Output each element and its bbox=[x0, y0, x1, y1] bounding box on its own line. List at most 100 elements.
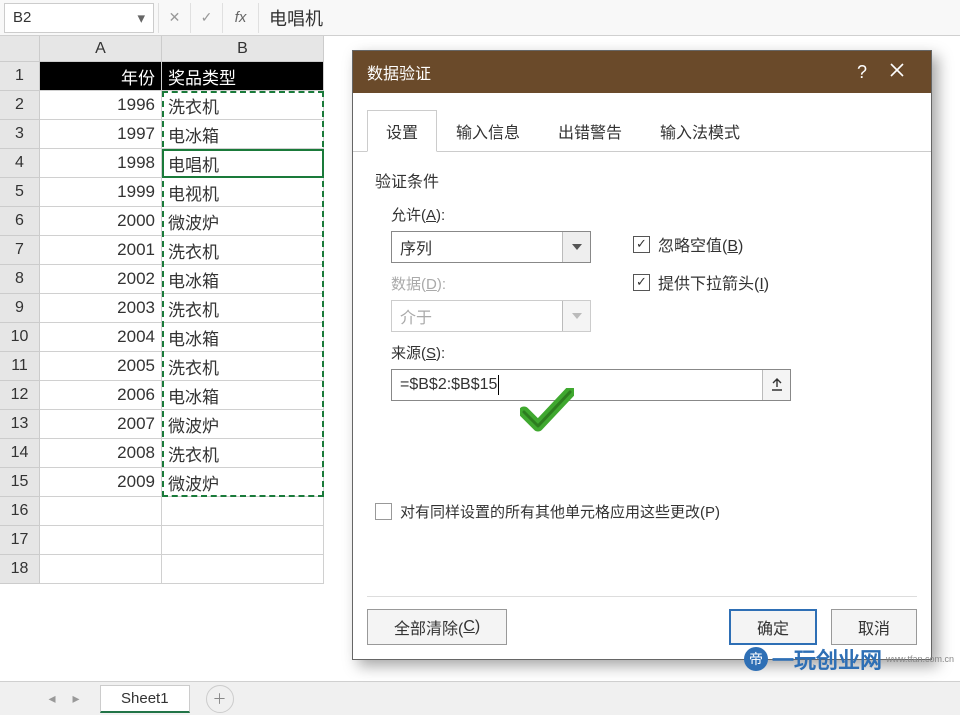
cell[interactable]: 2007 bbox=[40, 410, 162, 439]
cell[interactable]: 2004 bbox=[40, 323, 162, 352]
cell[interactable]: 洗衣机 bbox=[162, 236, 324, 265]
cell[interactable]: 微波炉 bbox=[162, 410, 324, 439]
tab-settings[interactable]: 设置 bbox=[367, 110, 437, 152]
row-header[interactable]: 8 bbox=[0, 265, 40, 294]
dialog-body: 验证条件 允许(A): 序列 数据(D): 介于 ✓ 忽略空值(B) bbox=[353, 152, 931, 538]
row-header[interactable]: 11 bbox=[0, 352, 40, 381]
source-label: 来源(S): bbox=[391, 342, 909, 363]
sheet-tabs-bar: ◂ ▸ Sheet1 ＋ bbox=[0, 681, 960, 715]
name-box-value: B2 bbox=[13, 9, 31, 26]
cell[interactable]: 电视机 bbox=[162, 178, 324, 207]
fx-icon[interactable]: fx bbox=[222, 3, 258, 33]
cancel-button[interactable]: 取消 bbox=[831, 609, 917, 645]
cell[interactable]: 微波炉 bbox=[162, 468, 324, 497]
dialog-titlebar[interactable]: 数据验证 ? bbox=[353, 51, 931, 93]
cell[interactable]: 电冰箱 bbox=[162, 381, 324, 410]
cell[interactable]: 洗衣机 bbox=[162, 352, 324, 381]
cell[interactable] bbox=[40, 497, 162, 526]
allow-label: 允许(A): bbox=[391, 204, 909, 225]
tab-ime-mode[interactable]: 输入法模式 bbox=[641, 110, 759, 152]
col-header-B[interactable]: B bbox=[162, 36, 324, 62]
cell[interactable] bbox=[40, 526, 162, 555]
row-header[interactable]: 7 bbox=[0, 236, 40, 265]
cell[interactable]: 2008 bbox=[40, 439, 162, 468]
row-header[interactable]: 6 bbox=[0, 207, 40, 236]
cell[interactable] bbox=[162, 526, 324, 555]
clear-all-button[interactable]: 全部清除(C) bbox=[367, 609, 507, 645]
cell[interactable]: 1996 bbox=[40, 91, 162, 120]
dialog-title: 数据验证 bbox=[367, 60, 431, 84]
cell[interactable]: 1999 bbox=[40, 178, 162, 207]
cell[interactable]: 2005 bbox=[40, 352, 162, 381]
row-header[interactable]: 17 bbox=[0, 526, 40, 555]
in-cell-dropdown-checkbox[interactable]: ✓ 提供下拉箭头(I) bbox=[633, 270, 769, 294]
row-header[interactable]: 1 bbox=[0, 62, 40, 91]
cell[interactable]: 2000 bbox=[40, 207, 162, 236]
allow-value: 序列 bbox=[400, 235, 432, 259]
allow-combo[interactable]: 序列 bbox=[391, 231, 591, 263]
cell[interactable]: 微波炉 bbox=[162, 207, 324, 236]
row-header[interactable]: 12 bbox=[0, 381, 40, 410]
chevron-down-icon[interactable]: ▾ bbox=[137, 9, 145, 27]
row-header[interactable]: 5 bbox=[0, 178, 40, 207]
row-header[interactable]: 18 bbox=[0, 555, 40, 584]
cell[interactable]: 电冰箱 bbox=[162, 120, 324, 149]
accept-formula-icon: ✓ bbox=[190, 3, 222, 33]
cell[interactable]: 洗衣机 bbox=[162, 439, 324, 468]
cell[interactable]: 电唱机 bbox=[162, 149, 324, 178]
cell[interactable] bbox=[162, 555, 324, 584]
cell[interactable] bbox=[40, 555, 162, 584]
ignore-blank-checkbox[interactable]: ✓ 忽略空值(B) bbox=[633, 232, 769, 256]
cell[interactable]: 电冰箱 bbox=[162, 323, 324, 352]
validation-criteria-label: 验证条件 bbox=[375, 168, 909, 192]
row-header[interactable]: 3 bbox=[0, 120, 40, 149]
help-icon[interactable]: ? bbox=[847, 62, 877, 83]
cell[interactable]: 奖品类型 bbox=[162, 62, 324, 91]
cell[interactable]: 2002 bbox=[40, 265, 162, 294]
row-header[interactable]: 13 bbox=[0, 410, 40, 439]
tab-input-message[interactable]: 输入信息 bbox=[437, 110, 539, 152]
select-all-corner[interactable] bbox=[0, 36, 40, 62]
text-cursor bbox=[498, 375, 499, 395]
chevron-down-icon[interactable] bbox=[562, 232, 590, 262]
formula-input[interactable]: 电唱机 bbox=[258, 3, 960, 33]
data-combo: 介于 bbox=[391, 300, 591, 332]
row-header[interactable]: 14 bbox=[0, 439, 40, 468]
range-selector-icon[interactable] bbox=[762, 370, 790, 400]
ok-button[interactable]: 确定 bbox=[729, 609, 817, 645]
close-icon[interactable] bbox=[877, 63, 917, 82]
checkbox-empty-icon bbox=[375, 503, 392, 520]
cancel-formula-icon: ✕ bbox=[158, 3, 190, 33]
next-sheet-icon[interactable]: ▸ bbox=[64, 687, 88, 711]
prev-sheet-icon[interactable]: ◂ bbox=[40, 687, 64, 711]
sheet-tab[interactable]: Sheet1 bbox=[100, 685, 190, 713]
col-header-A[interactable]: A bbox=[40, 36, 162, 62]
name-box[interactable]: B2 ▾ bbox=[4, 3, 154, 33]
row-header[interactable]: 16 bbox=[0, 497, 40, 526]
row-header[interactable]: 10 bbox=[0, 323, 40, 352]
cell[interactable]: 2001 bbox=[40, 236, 162, 265]
cell[interactable] bbox=[162, 497, 324, 526]
cell[interactable]: 2006 bbox=[40, 381, 162, 410]
dialog-footer: 全部清除(C) 确定 取消 bbox=[367, 596, 917, 645]
dialog-tabs: 设置 输入信息 出错警告 输入法模式 bbox=[353, 93, 931, 152]
formula-bar: B2 ▾ ✕ ✓ fx 电唱机 bbox=[0, 0, 960, 36]
cell[interactable]: 洗衣机 bbox=[162, 294, 324, 323]
cell[interactable]: 1997 bbox=[40, 120, 162, 149]
apply-all-checkbox[interactable]: 对有同样设置的所有其他单元格应用这些更改(P) bbox=[375, 501, 909, 522]
cell[interactable]: 洗衣机 bbox=[162, 91, 324, 120]
cell[interactable]: 1998 bbox=[40, 149, 162, 178]
row-header[interactable]: 2 bbox=[0, 91, 40, 120]
ignore-blank-label: 忽略空值(B) bbox=[658, 232, 743, 256]
cell[interactable]: 2003 bbox=[40, 294, 162, 323]
add-sheet-icon[interactable]: ＋ bbox=[206, 685, 234, 713]
source-input[interactable]: =$B$2:$B$15 bbox=[391, 369, 791, 401]
cell[interactable]: 电冰箱 bbox=[162, 265, 324, 294]
tab-error-alert[interactable]: 出错警告 bbox=[539, 110, 641, 152]
cell[interactable]: 年份 bbox=[40, 62, 162, 91]
cell[interactable]: 2009 bbox=[40, 468, 162, 497]
row-header[interactable]: 4 bbox=[0, 149, 40, 178]
row-header[interactable]: 9 bbox=[0, 294, 40, 323]
row-headers: 123456789101112131415161718 bbox=[0, 62, 40, 584]
row-header[interactable]: 15 bbox=[0, 468, 40, 497]
